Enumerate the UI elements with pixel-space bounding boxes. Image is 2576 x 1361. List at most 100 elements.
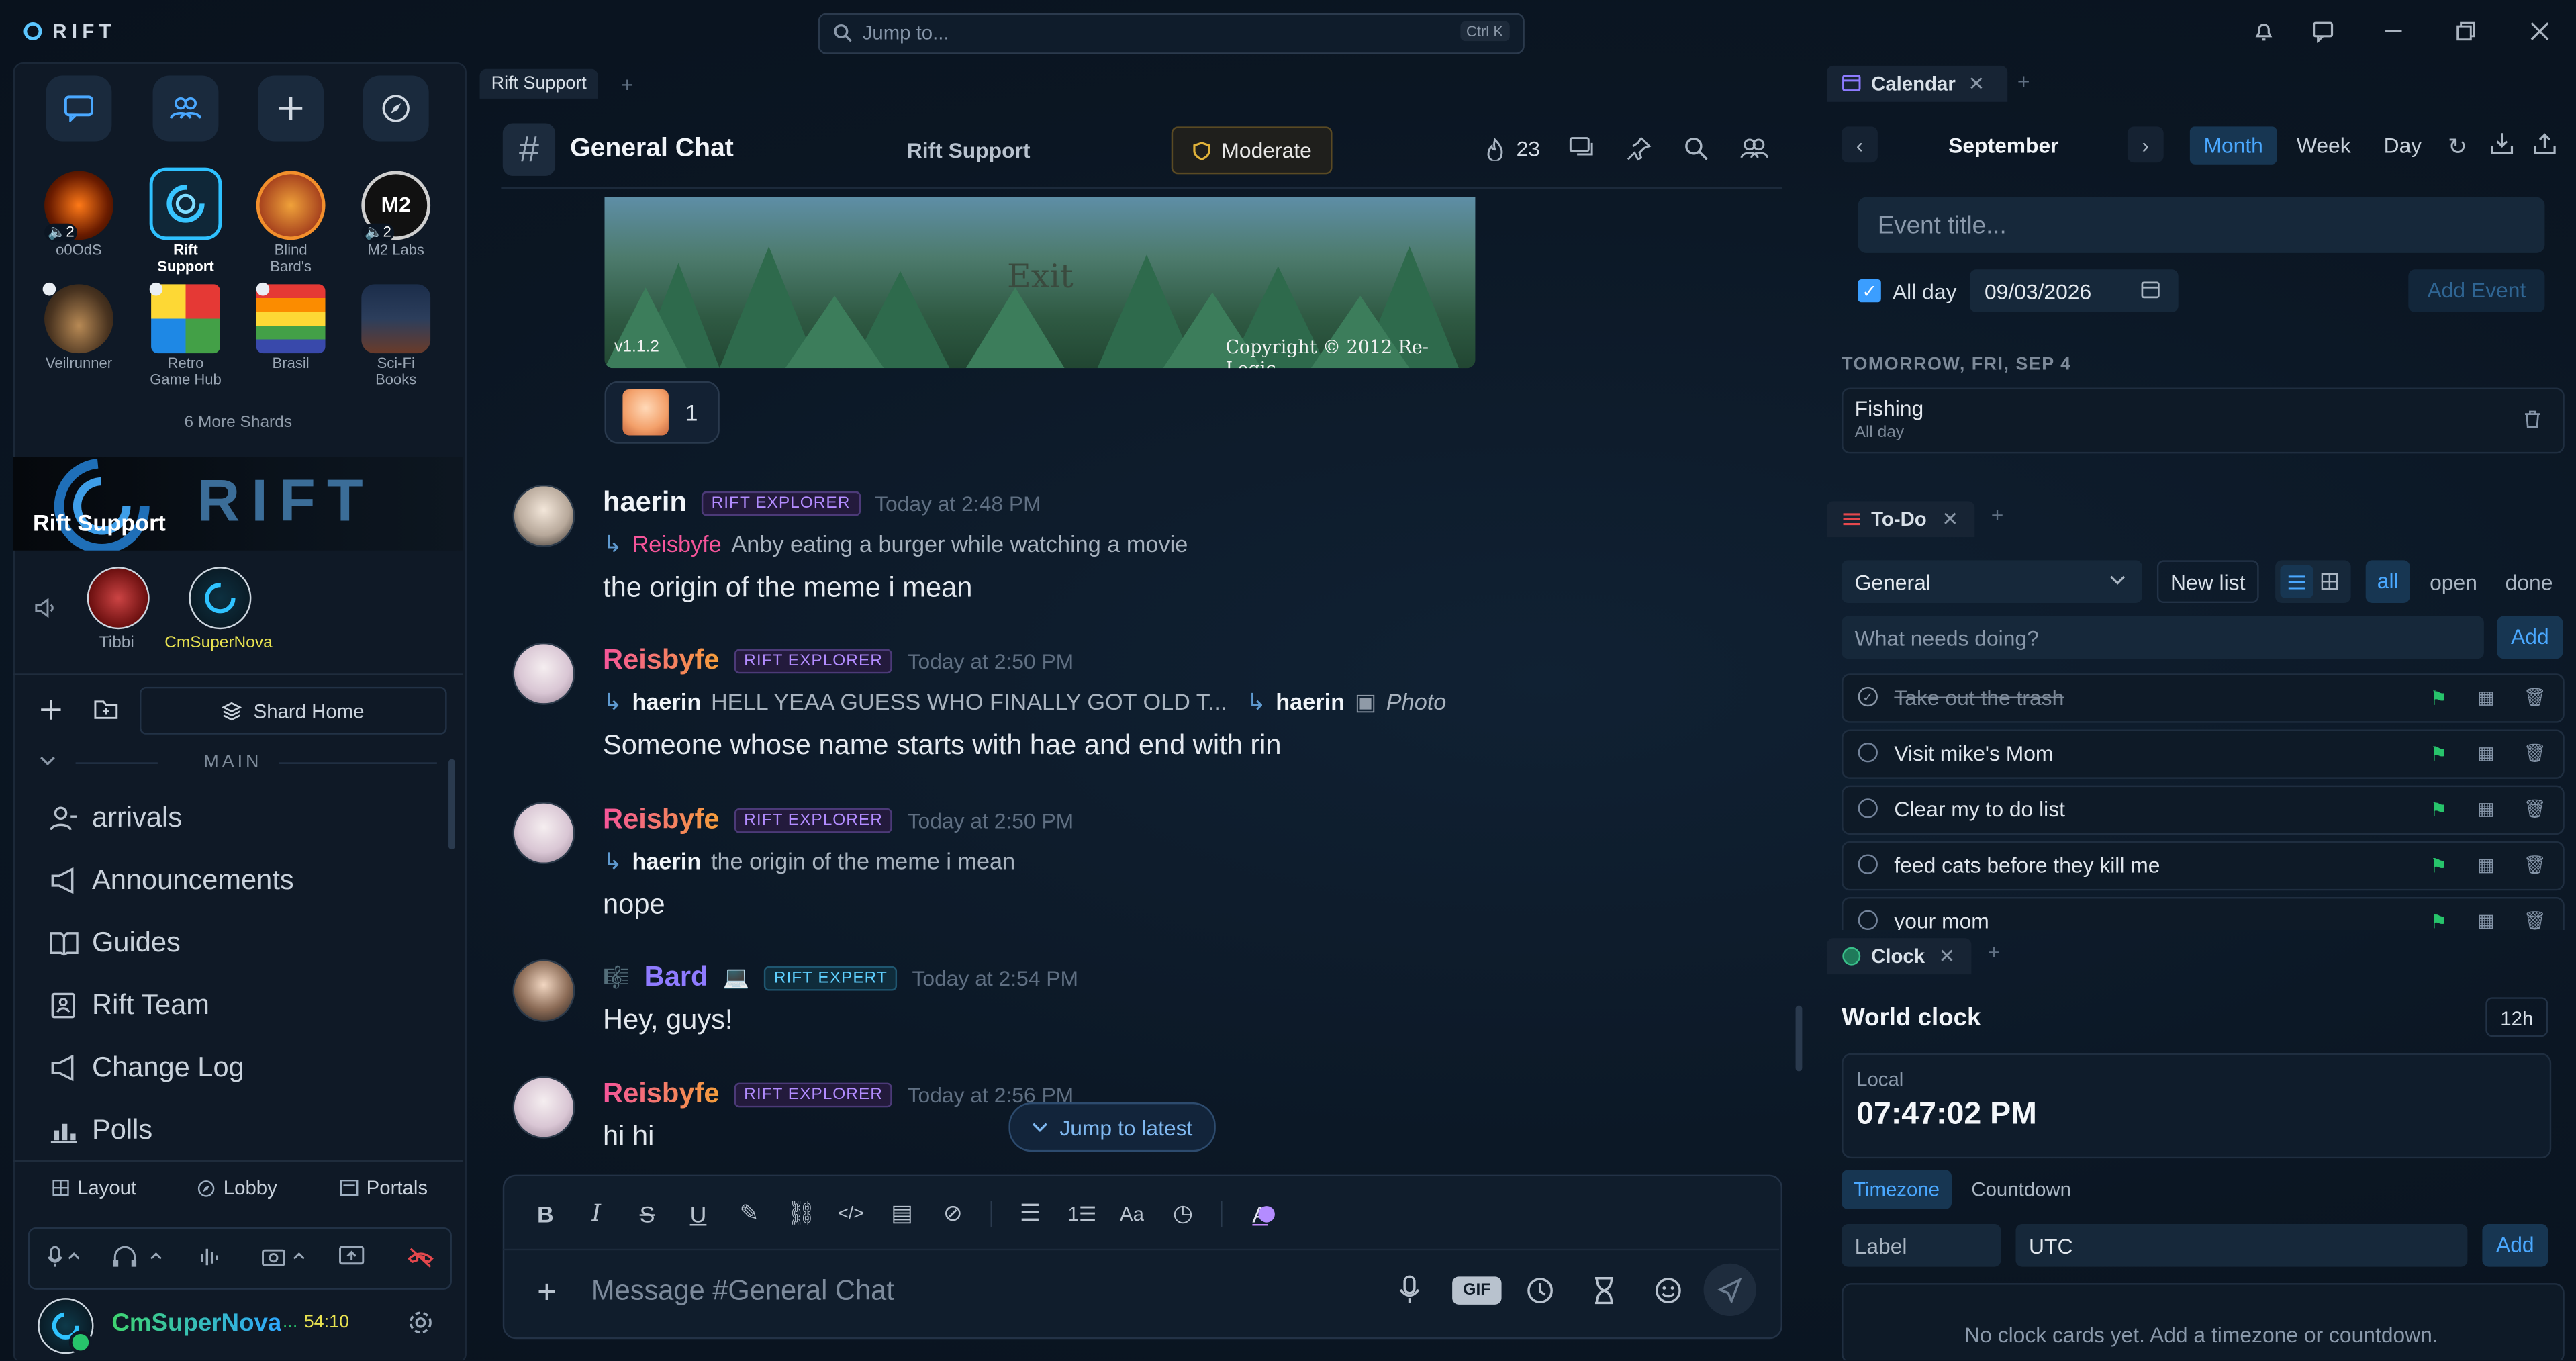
reply-preview[interactable]: ↳ haerin the origin of the meme i mean [603, 848, 1015, 876]
flag-icon[interactable]: ⚑ [2430, 743, 2447, 765]
avatar[interactable] [87, 567, 150, 630]
flag-icon[interactable]: ⚑ [2430, 910, 2447, 930]
view-month-button[interactable]: Month [2189, 126, 2277, 165]
jump-to-search[interactable]: Jump to... Ctrl K [818, 13, 1525, 54]
shard-blind-bards[interactable]: Blind Bard's [253, 171, 329, 275]
view-week-button[interactable]: Week [2297, 133, 2351, 158]
clock-icon[interactable]: ◷ [1170, 1199, 1196, 1227]
add-clock-button[interactable]: Add [2482, 1224, 2548, 1267]
close-icon[interactable]: ✕ [1968, 73, 1985, 95]
avatar[interactable] [189, 567, 252, 630]
inbox-icon[interactable] [2311, 19, 2334, 43]
hourglass-icon[interactable] [1594, 1276, 1615, 1305]
screen-share-icon[interactable] [338, 1246, 365, 1268]
channel-announcements[interactable]: Announcements [49, 864, 294, 897]
flag-icon[interactable]: ⚑ [2430, 854, 2447, 877]
filter-done[interactable]: done [2506, 570, 2553, 595]
plus-icon[interactable]: + [537, 1275, 557, 1313]
avatar[interactable] [512, 959, 575, 1023]
messages-button[interactable] [46, 75, 112, 142]
todo-item[interactable]: ✓ Take out the trash ⚑ ▦ 🗑 [1842, 673, 2565, 723]
restore-icon[interactable] [2454, 19, 2477, 42]
lobby-tab[interactable]: Lobby [197, 1176, 277, 1199]
avatar[interactable] [512, 1076, 575, 1139]
channel-polls[interactable]: Polls [49, 1114, 152, 1147]
shard-sci-fi-books[interactable]: Sci-Fi Books [358, 284, 434, 387]
event-card[interactable] [1842, 387, 2565, 454]
bold-icon[interactable]: B [532, 1201, 559, 1227]
todo-item[interactable]: Clear my to do list ⚑ ▦ 🗑 [1842, 785, 2565, 835]
tab-rift-support[interactable]: Rift Support [479, 68, 598, 99]
checkbox-icon[interactable] [1858, 854, 1878, 874]
microphone-icon[interactable] [46, 1246, 83, 1268]
flag-icon[interactable]: ⚑ [2430, 687, 2447, 710]
todo-item[interactable]: Visit mike's Mom ⚑ ▦ 🗑 [1842, 729, 2565, 779]
code-icon[interactable]: </> [838, 1203, 864, 1223]
link-icon[interactable]: ⛓ [787, 1199, 816, 1227]
add-channel-icon[interactable] [40, 698, 62, 721]
close-icon[interactable] [2528, 19, 2551, 42]
shard-home-button[interactable]: Shard Home [139, 686, 447, 735]
channel-rift-team[interactable]: Rift Team [49, 989, 209, 1022]
bullet-list-icon[interactable]: ☰ [1017, 1199, 1043, 1227]
checkbox-icon[interactable] [1858, 743, 1878, 763]
add-tab-icon[interactable]: + [2017, 69, 2030, 94]
channel-arrivals[interactable]: arrivals [49, 802, 182, 835]
underline-icon[interactable]: U [685, 1201, 711, 1227]
font-size-icon[interactable]: Aa [1118, 1202, 1145, 1225]
shard-retro-game-hub[interactable]: Retro Game Hub [146, 284, 225, 387]
shard-rift-support[interactable]: Rift Support [146, 167, 225, 275]
list-view-icon[interactable] [2280, 565, 2313, 598]
checkbox-icon[interactable] [1858, 910, 1878, 931]
channel-guides[interactable]: Guides [49, 927, 181, 959]
grid-view-icon[interactable] [2321, 573, 2338, 590]
trash-icon[interactable] [2524, 409, 2542, 428]
checkbox-icon[interactable] [1858, 798, 1878, 818]
reaction-chip[interactable]: 1 [604, 381, 720, 444]
jump-to-latest-button[interactable]: Jump to latest [1008, 1102, 1216, 1152]
avatar[interactable] [512, 802, 575, 865]
calendar-icon[interactable]: ▦ [2477, 743, 2494, 763]
highlighter-icon[interactable]: ✎ [736, 1199, 762, 1227]
spoiler-icon[interactable]: ⊘ [940, 1199, 966, 1227]
camera-icon[interactable] [261, 1246, 314, 1268]
add-tab-icon[interactable]: + [1991, 503, 2004, 528]
download-icon[interactable] [2491, 132, 2514, 154]
upload-icon[interactable] [2533, 132, 2556, 154]
todo-item[interactable]: your mom ⚑ ▦ 🗑 [1842, 897, 2565, 931]
trash-icon[interactable]: 🗑 [2524, 743, 2546, 763]
image-attachment[interactable]: Exit v1.1.2 Copyright © 2012 Re-Logic [604, 197, 1476, 369]
gif-button[interactable]: GIF [1452, 1276, 1502, 1305]
pin-icon[interactable] [1627, 136, 1652, 161]
flag-icon[interactable]: ⚑ [2430, 798, 2447, 821]
reply-preview[interactable]: ↳ Reisbyfe Anby eating a burger while watc… [603, 530, 1188, 559]
microphone-icon[interactable] [1398, 1275, 1421, 1305]
send-button[interactable] [1703, 1263, 1756, 1317]
view-day-button[interactable]: Day [2384, 133, 2422, 158]
bell-icon[interactable] [2252, 19, 2275, 42]
sticker-icon[interactable] [1526, 1276, 1554, 1305]
scrollbar-thumb[interactable] [448, 759, 455, 850]
close-icon[interactable]: ✕ [1938, 945, 1955, 968]
calendar-icon[interactable]: ▦ [2477, 798, 2494, 820]
chevron-left-icon[interactable]: ‹ [1842, 126, 1878, 163]
minimize-icon[interactable] [2382, 19, 2405, 42]
calendar-icon[interactable]: ▦ [2477, 687, 2494, 708]
trash-icon[interactable]: 🗑 [2524, 687, 2546, 708]
add-event-button[interactable]: Add Event [2408, 269, 2545, 312]
message-input[interactable]: Message #General Chat [591, 1275, 894, 1308]
italic-icon[interactable]: I [583, 1201, 610, 1227]
avatar[interactable] [512, 484, 575, 547]
close-icon[interactable]: ✕ [1942, 508, 1958, 530]
channel-change-log[interactable]: Change Log [49, 1051, 244, 1084]
disconnect-icon[interactable] [406, 1246, 435, 1268]
shard-o0ods[interactable]: o0OdS [41, 171, 117, 258]
calendar-icon[interactable]: ▦ [2477, 854, 2494, 876]
trash-icon[interactable]: 🗑 [2524, 854, 2546, 876]
chevron-down-icon[interactable] [40, 754, 56, 767]
headphones-icon[interactable] [111, 1246, 171, 1268]
author-name[interactable]: Reisbyfe [603, 804, 719, 837]
waveform-icon[interactable] [199, 1246, 222, 1268]
layout-tab[interactable]: Layout [52, 1176, 136, 1199]
add-folder-icon[interactable] [93, 698, 118, 720]
